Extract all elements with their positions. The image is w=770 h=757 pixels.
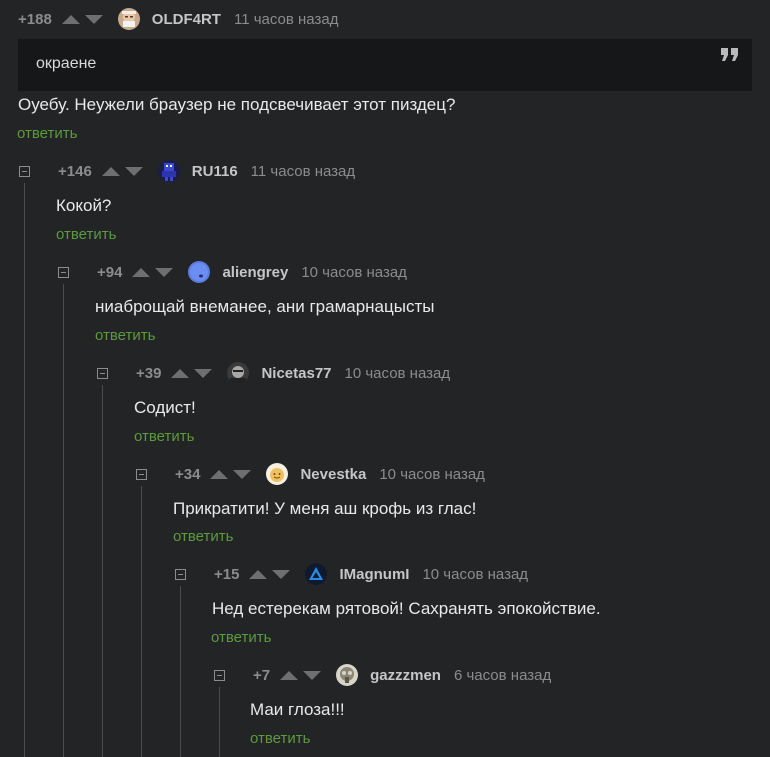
- comment-author[interactable]: OLDF4RT: [152, 11, 221, 28]
- upvote-icon[interactable]: [101, 166, 120, 176]
- comment-text: Оуебу. Неужели браузер не подсвечивает э…: [18, 95, 456, 114]
- dark-face-avatar-icon[interactable]: [227, 362, 250, 384]
- comment-text: Содист!: [134, 398, 196, 417]
- comment-time[interactable]: 11 часов назад: [251, 163, 355, 180]
- reply-link[interactable]: ответить: [95, 327, 155, 344]
- comment-text: Нед естерекам рятовой! Сахранять эпокойс…: [212, 599, 601, 618]
- comment-author[interactable]: Nevestka: [300, 466, 366, 483]
- gas-mask-avatar-icon[interactable]: [336, 664, 359, 686]
- collapse-thread-icon[interactable]: [19, 165, 30, 177]
- reply-link[interactable]: ответить: [56, 226, 116, 243]
- collapse-thread-icon[interactable]: [136, 468, 147, 480]
- downvote-icon[interactable]: [84, 14, 103, 24]
- comment-rating: +34: [175, 465, 201, 483]
- upvote-icon[interactable]: [132, 267, 151, 277]
- comment-author[interactable]: Nicetas77: [261, 365, 331, 382]
- thread-line[interactable]: [141, 486, 142, 757]
- downvote-icon[interactable]: [194, 368, 213, 378]
- downvote-icon[interactable]: [303, 670, 322, 680]
- upvote-icon[interactable]: [210, 469, 229, 479]
- thread-line[interactable]: [63, 284, 64, 757]
- thread-line[interactable]: [24, 183, 25, 757]
- comment-header: +15 IMagnumI 10 часов назад: [175, 563, 528, 585]
- comment-header: +34 Nevestka 10 часов назад: [136, 463, 485, 485]
- comment-thread: +188 OLDF4RT 11 часов назад окраене Оуеб…: [0, 0, 770, 757]
- comment-header: +7 gazzzmen 6 часов назад: [214, 664, 551, 686]
- comment-header: +146 RU116 11 часов назад: [19, 160, 355, 182]
- comment-author[interactable]: RU116: [192, 163, 238, 180]
- upvote-icon[interactable]: [61, 14, 80, 24]
- comment-rating: +94: [97, 263, 123, 281]
- blue-triangle-logo-avatar-icon[interactable]: [305, 563, 328, 585]
- comment-time[interactable]: 10 часов назад: [345, 365, 451, 382]
- thread-line[interactable]: [219, 687, 220, 757]
- reply-link[interactable]: ответить: [250, 730, 310, 747]
- upvote-icon[interactable]: [171, 368, 190, 378]
- comment-author[interactable]: IMagnumI: [339, 566, 409, 583]
- comment-rating: +188: [18, 10, 52, 28]
- collapse-thread-icon[interactable]: [214, 669, 225, 681]
- comment-time[interactable]: 11 часов назад: [234, 11, 338, 28]
- upvote-icon[interactable]: [249, 569, 268, 579]
- comment-author[interactable]: gazzzmen: [370, 667, 441, 684]
- quote-mark-icon: [720, 47, 740, 68]
- upvote-icon[interactable]: [280, 670, 299, 680]
- comment-time[interactable]: 10 часов назад: [301, 264, 407, 281]
- comment-time[interactable]: 10 часов назад: [422, 566, 528, 583]
- pixel-robot-avatar-icon[interactable]: [157, 160, 180, 182]
- reply-link[interactable]: ответить: [211, 629, 271, 646]
- comment-author[interactable]: aliengrey: [222, 264, 288, 281]
- comment-rating: +7: [253, 666, 271, 684]
- downvote-icon[interactable]: [233, 469, 252, 479]
- comment-header: +94 aliengrey 10 часов назад: [58, 261, 407, 283]
- comment-text: Прикратити! У меня аш крофь из глас!: [173, 499, 477, 518]
- old-man-avatar-icon[interactable]: [117, 8, 140, 30]
- reply-link[interactable]: ответить: [134, 428, 194, 445]
- comment-text: Кокой?: [56, 196, 112, 215]
- quote-text: окраене: [36, 55, 97, 72]
- comment-quote: окраене: [18, 39, 752, 91]
- reply-link[interactable]: ответить: [17, 125, 77, 142]
- comment-text: ниаброщай внеманее, ани грамарнацысты: [95, 297, 435, 316]
- cartoon-face-avatar-icon[interactable]: [266, 463, 289, 485]
- comment-time[interactable]: 10 часов назад: [379, 466, 485, 483]
- comment-header: +39 Nicetas77 10 часов назад: [97, 362, 450, 384]
- downvote-icon[interactable]: [124, 166, 143, 176]
- comment-time[interactable]: 6 часов назад: [454, 667, 551, 684]
- thread-line[interactable]: [102, 385, 103, 757]
- comment-rating: +15: [214, 565, 240, 583]
- comment-rating: +39: [136, 364, 162, 382]
- comment-rating: +146: [58, 162, 92, 180]
- comment-header: +188 OLDF4RT 11 часов назад: [18, 8, 338, 30]
- thread-line[interactable]: [180, 586, 181, 757]
- collapse-thread-icon[interactable]: [97, 367, 108, 379]
- blue-alien-avatar-icon[interactable]: [188, 261, 211, 283]
- collapse-thread-icon[interactable]: [175, 568, 186, 580]
- downvote-icon[interactable]: [155, 267, 174, 277]
- reply-link[interactable]: ответить: [173, 528, 233, 545]
- comment-text: Маи глоза!!!: [250, 700, 345, 719]
- downvote-icon[interactable]: [272, 569, 291, 579]
- collapse-thread-icon[interactable]: [58, 266, 69, 278]
